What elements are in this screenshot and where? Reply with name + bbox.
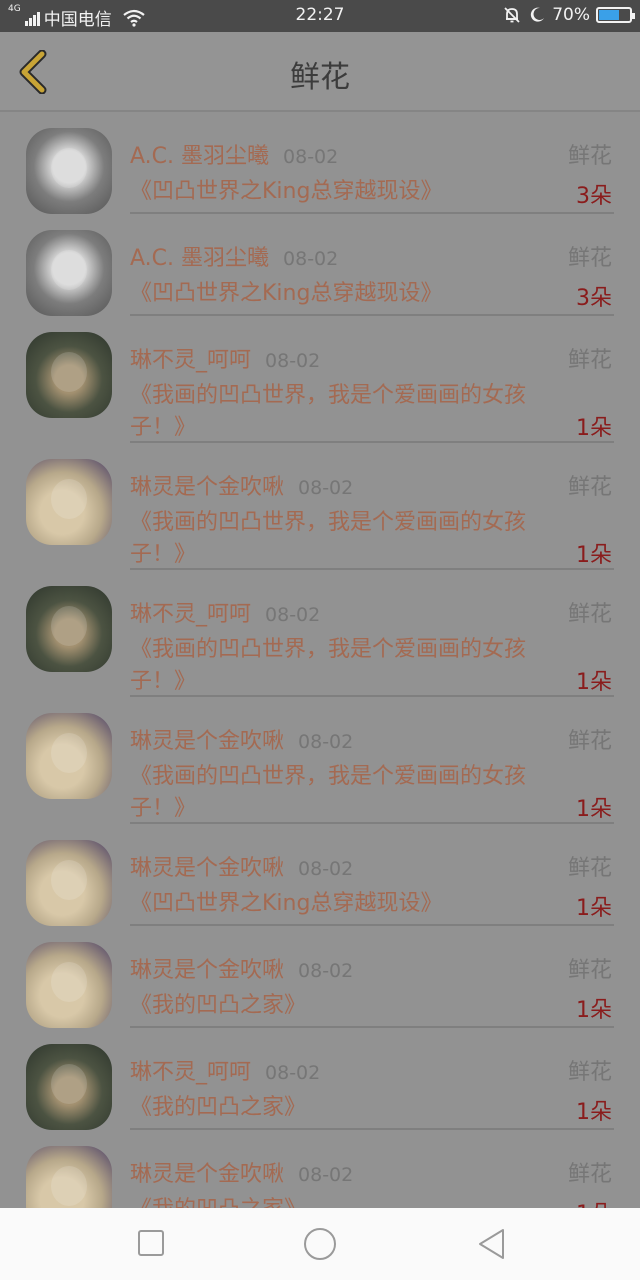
avatar[interactable] [26,1146,112,1208]
send-date: 08-02 [265,604,321,626]
work-title-link[interactable]: 《凹凸世界之King总穿越现设》 [130,278,560,310]
sender-name-text: 琳灵是个金吹啾 [130,475,285,500]
flower-label: 鲜花 [567,602,612,627]
page-title: 鲜花 [290,60,350,95]
sender-name-text: 琳灵是个金吹啾 [130,856,285,881]
recent-apps-button[interactable] [134,1226,170,1262]
flower-count: 1朵 [576,896,612,921]
work-title-link[interactable]: 《我画的凹凸世界，我是个爱画画的女孩子！》 [130,634,560,698]
avatar[interactable] [26,128,112,214]
flower-count: 1朵 [576,797,612,822]
system-nav-bar [0,1208,640,1280]
flower-label: 鲜花 [567,475,612,500]
list-item[interactable]: A.C. 墨羽尘曦 08-02 鲜花 《凹凸世界之King总穿越现设》 3朵 [0,214,640,316]
avatar[interactable] [26,713,112,799]
list-item[interactable]: 琳不灵_呵呵 08-02 鲜花 《我画的凹凸世界，我是个爱画画的女孩子！》 1朵 [0,570,640,697]
flower-label: 鲜花 [567,246,612,271]
sender-name[interactable]: 琳灵是个金吹啾 08-02 [130,723,353,755]
work-title-link[interactable]: 《我画的凹凸世界，我是个爱画画的女孩子！》 [130,761,560,825]
sender-name[interactable]: A.C. 墨羽尘曦 08-02 [130,240,338,272]
status-bar: 4G 中国电信 22:27 70% [0,0,640,32]
flower-label: 鲜花 [567,1060,612,1085]
work-title-link[interactable]: 《我画的凹凸世界，我是个爱画画的女孩子！》 [130,380,560,444]
flower-count: 1朵 [576,416,612,441]
battery-icon [596,7,635,23]
send-date: 08-02 [298,1164,354,1186]
flower-count: 1朵 [576,543,612,568]
flower-label: 鲜花 [567,958,612,983]
avatar[interactable] [26,230,112,316]
avatar[interactable] [26,942,112,1028]
work-title-link[interactable]: 《我画的凹凸世界，我是个爱画画的女孩子！》 [130,507,560,571]
sender-name-text: A.C. 墨羽尘曦 [130,246,270,271]
avatar[interactable] [26,1044,112,1130]
battery-percent: 70% [552,5,590,25]
sender-name-text: 琳不灵_呵呵 [130,1060,252,1085]
mute-bell-icon [504,7,520,23]
sender-name[interactable]: A.C. 墨羽尘曦 08-02 [130,138,338,170]
list-item[interactable]: 琳灵是个金吹啾 08-02 鲜花《我的凹凸之家》 1朵 [0,1130,640,1208]
send-date: 08-02 [265,1062,321,1084]
send-date: 08-02 [298,731,354,753]
sender-name[interactable]: 琳灵是个金吹啾 08-02 [130,952,353,984]
sender-name-text: 琳不灵_呵呵 [130,602,252,627]
flower-count: 1朵 [576,670,612,695]
send-date: 08-02 [265,350,321,372]
header-bar: 鲜花 [0,32,640,112]
list-item[interactable]: 琳灵是个金吹啾 08-02 鲜花《我的凹凸之家》 1朵 [0,926,640,1028]
sender-name-text: A.C. 墨羽尘曦 [130,144,270,169]
send-date: 08-02 [298,960,354,982]
flower-count: 3朵 [576,184,612,209]
avatar[interactable] [26,586,112,672]
flower-count: 3朵 [576,286,612,311]
circle-icon [304,1228,336,1260]
flower-label: 鲜花 [567,856,612,881]
sender-name[interactable]: 琳不灵_呵呵 08-02 [130,596,320,628]
work-title-link[interactable]: 《我的凹凸之家》 [130,990,560,1022]
status-right: 70% [502,5,635,25]
flower-list[interactable]: A.C. 墨羽尘曦 08-02 鲜花 《凹凸世界之King总穿越现设》 3朵 A.C. 墨… [0,112,640,1208]
sender-name-text: 琳灵是个金吹啾 [130,729,285,754]
work-title-link[interactable]: 《我的凹凸之家》 [130,1194,560,1208]
send-date: 08-02 [283,146,339,168]
sender-name-text: 琳灵是个金吹啾 [130,958,285,983]
work-title-link[interactable]: 《我的凹凸之家》 [130,1092,560,1124]
triangle-back-icon [479,1229,504,1259]
sender-name[interactable]: 琳灵是个金吹啾 08-02 [130,469,353,501]
flower-label: 鲜花 [567,1162,612,1187]
list-item[interactable]: 琳灵是个金吹啾 08-02 鲜花 《我画的凹凸世界，我是个爱画画的女孩子！》 1朵 [0,443,640,570]
list-item[interactable]: 琳不灵_呵呵 08-02 鲜花 《我画的凹凸世界，我是个爱画画的女孩子！》 1朵 [0,316,640,443]
sender-name[interactable]: 琳灵是个金吹啾 08-02 [130,850,353,882]
square-icon [138,1230,164,1256]
list-item[interactable]: 琳不灵_呵呵 08-02 鲜花 《我的凹凸之家》 1朵 [0,1028,640,1130]
sender-name-text: 琳灵是个金吹啾 [130,1162,285,1187]
flower-count: 1朵 [576,998,612,1023]
flower-label: 鲜花 [567,144,612,169]
list-item[interactable]: 琳灵是个金吹啾 08-02 鲜花 《我画的凹凸世界，我是个爱画画的女孩子！》 1朵 [0,697,640,824]
work-title-link[interactable]: 《凹凸世界之King总穿越现设》 [130,176,560,208]
avatar[interactable] [26,332,112,418]
sender-name[interactable]: 琳灵是个金吹啾 08-02 [130,1156,353,1188]
send-date: 08-02 [298,858,354,880]
battery-fill [599,10,620,20]
avatar[interactable] [26,840,112,926]
list-item[interactable]: A.C. 墨羽尘曦 08-02 鲜花 《凹凸世界之King总穿越现设》 3朵 [0,112,640,214]
sender-name[interactable]: 琳不灵_呵呵 08-02 [130,342,320,374]
flower-label: 鲜花 [567,348,612,373]
flower-label: 鲜花 [567,729,612,754]
work-title-link[interactable]: 《凹凸世界之King总穿越现设》 [130,888,560,920]
flower-count: 1朵 [576,1100,612,1125]
send-date: 08-02 [298,477,354,499]
sender-name-text: 琳不灵_呵呵 [130,348,252,373]
home-button[interactable] [302,1226,338,1262]
sender-name[interactable]: 琳不灵_呵呵 08-02 [130,1054,320,1086]
moon-icon [531,7,545,22]
send-date: 08-02 [283,248,339,270]
flower-count: 1朵 [576,1196,612,1208]
back-nav-button[interactable] [474,1226,510,1262]
list-item[interactable]: 琳灵是个金吹啾 08-02 鲜花 《凹凸世界之King总穿越现设》 1朵 [0,824,640,926]
avatar[interactable] [26,459,112,545]
